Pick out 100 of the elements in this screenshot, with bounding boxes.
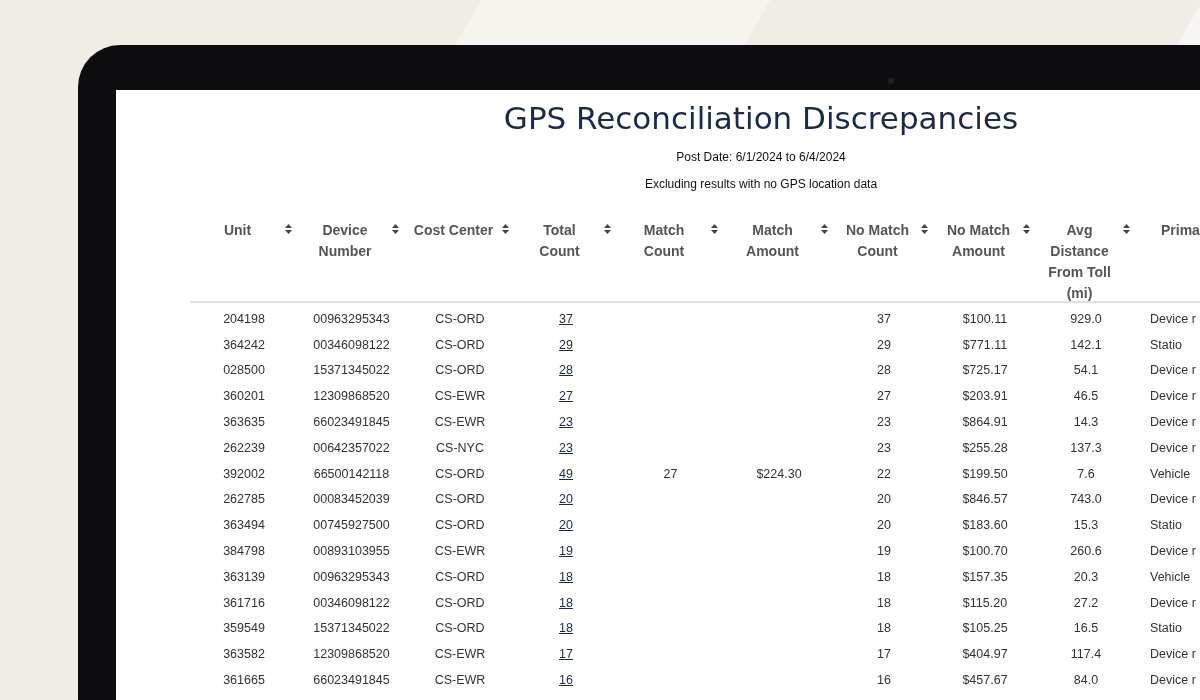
column-header: Cost Center [412, 221, 495, 240]
table-cell: 19 [877, 544, 891, 559]
count-link[interactable]: 20 [559, 518, 573, 533]
table-cell: 20.3 [1073, 569, 1099, 584]
count-link[interactable]: 19 [559, 544, 573, 559]
table-cell: 360201 [223, 389, 265, 404]
count-link[interactable]: 16 [559, 673, 573, 688]
table-cell: $457.67 [962, 673, 1008, 688]
column-header: No Match Amount [946, 221, 1011, 261]
table-cell: Device r [1150, 673, 1196, 688]
table-cell: 27.2 [1073, 595, 1099, 610]
table-cell: 392002 [223, 466, 265, 481]
count-link[interactable]: 49 [559, 466, 573, 481]
table-cell: $725.17 [962, 363, 1008, 378]
table-cell: $255.28 [962, 440, 1008, 455]
table-cell: 28 [877, 363, 891, 378]
table-cell: 20 [877, 518, 891, 533]
table-cell: CS-ORD [435, 595, 485, 610]
table-cell: $100.11 [962, 311, 1008, 326]
table-cell: 00893103955 [313, 544, 390, 559]
table-cell: 028500 [223, 363, 265, 378]
table-cell: CS-ORD [435, 363, 485, 378]
table-cell: Device r [1150, 415, 1196, 430]
count-link[interactable]: 29 [559, 337, 573, 352]
sort-icon[interactable] [821, 224, 828, 234]
count-link[interactable]: 27 [559, 389, 573, 404]
count-link[interactable]: 20 [559, 492, 573, 507]
table-cell: 00745927500 [313, 518, 390, 533]
sort-icon[interactable] [604, 224, 611, 234]
table-cell: 15.3 [1073, 518, 1099, 533]
table-cell: CS-ORD [435, 492, 485, 507]
table-cell: 17 [877, 647, 891, 662]
table-cell: 363494 [223, 518, 265, 533]
sort-icon[interactable] [1123, 224, 1130, 234]
table-cell: 12309868520 [313, 647, 390, 662]
table-cell: 204198 [223, 311, 265, 326]
sort-icon[interactable] [711, 224, 718, 234]
column-header: Match Amount [745, 221, 800, 261]
table-cell: CS-ORD [435, 569, 485, 584]
sort-icon[interactable] [285, 224, 292, 234]
table-cell: 00963295343 [313, 569, 390, 584]
table-cell: 00963295343 [313, 311, 390, 326]
count-link[interactable]: 23 [559, 415, 573, 430]
table-cell: 18 [877, 621, 891, 636]
column-header: Total Count [538, 221, 581, 261]
count-link[interactable]: 18 [559, 595, 573, 610]
table-cell: Device r [1150, 544, 1196, 559]
filter-note: Excluding results with no GPS location data [644, 176, 878, 192]
column-header: Match Count [642, 221, 686, 261]
table-cell: 14.3 [1073, 415, 1099, 430]
table-cell: 00346098122 [313, 595, 390, 610]
table-cell: 54.1 [1073, 363, 1099, 378]
table-cell: CS-ORD [435, 311, 485, 326]
sort-icon[interactable] [1023, 224, 1030, 234]
table-cell: CS-EWR [434, 544, 486, 559]
table-cell: $864.91 [962, 415, 1008, 430]
table-cell: 929.0 [1070, 311, 1102, 326]
post-date: Post Date: 6/1/2024 to 6/4/2024 [676, 149, 846, 165]
table-cell: 137.3 [1070, 440, 1102, 455]
count-link[interactable]: 37 [559, 311, 573, 326]
count-link[interactable]: 18 [559, 569, 573, 584]
table-cell: Device r [1150, 311, 1196, 326]
table-cell: Device r [1150, 363, 1196, 378]
sort-icon[interactable] [392, 224, 399, 234]
table-cell: 22 [877, 466, 891, 481]
table-cell: CS-ORD [435, 337, 485, 352]
column-header: No Match Count [845, 221, 910, 261]
count-link[interactable]: 17 [559, 647, 573, 662]
table-cell: 743.0 [1070, 492, 1102, 507]
sort-icon[interactable] [921, 224, 928, 234]
table-cell: 00346098122 [313, 337, 390, 352]
table-cell: $199.50 [962, 466, 1008, 481]
table-cell: 142.1 [1070, 337, 1102, 352]
table-cell: 27 [663, 466, 678, 481]
table-cell: Statio [1150, 621, 1182, 636]
table-cell: 260.6 [1070, 544, 1102, 559]
table-cell: $846.57 [962, 492, 1008, 507]
table-cell: $203.91 [962, 389, 1008, 404]
table-cell: 361716 [223, 595, 265, 610]
table-cell: 16 [877, 673, 891, 688]
table-cell: 262785 [223, 492, 265, 507]
count-link[interactable]: 28 [559, 363, 573, 378]
table-cell: 363635 [223, 415, 265, 430]
table-cell: 66023491845 [313, 673, 390, 688]
count-link[interactable]: 18 [559, 621, 573, 636]
table-cell: CS-EWR [434, 673, 486, 688]
table-cell: 18 [877, 595, 891, 610]
table-cell: Device r [1150, 389, 1196, 404]
count-link[interactable]: 23 [559, 440, 573, 455]
table-cell: CS-EWR [434, 647, 486, 662]
table-cell: 37 [877, 311, 891, 326]
table-cell: 262239 [223, 440, 265, 455]
table-cell: $115.20 [962, 595, 1008, 610]
table-cell: Vehicle [1150, 569, 1191, 584]
sort-icon[interactable] [502, 224, 509, 234]
table-cell: 27 [877, 389, 891, 404]
column-header: Unit [222, 221, 253, 240]
table-cell: CS-ORD [435, 621, 485, 636]
table-cell: 361665 [223, 673, 265, 688]
table-cell: $404.97 [962, 647, 1008, 662]
